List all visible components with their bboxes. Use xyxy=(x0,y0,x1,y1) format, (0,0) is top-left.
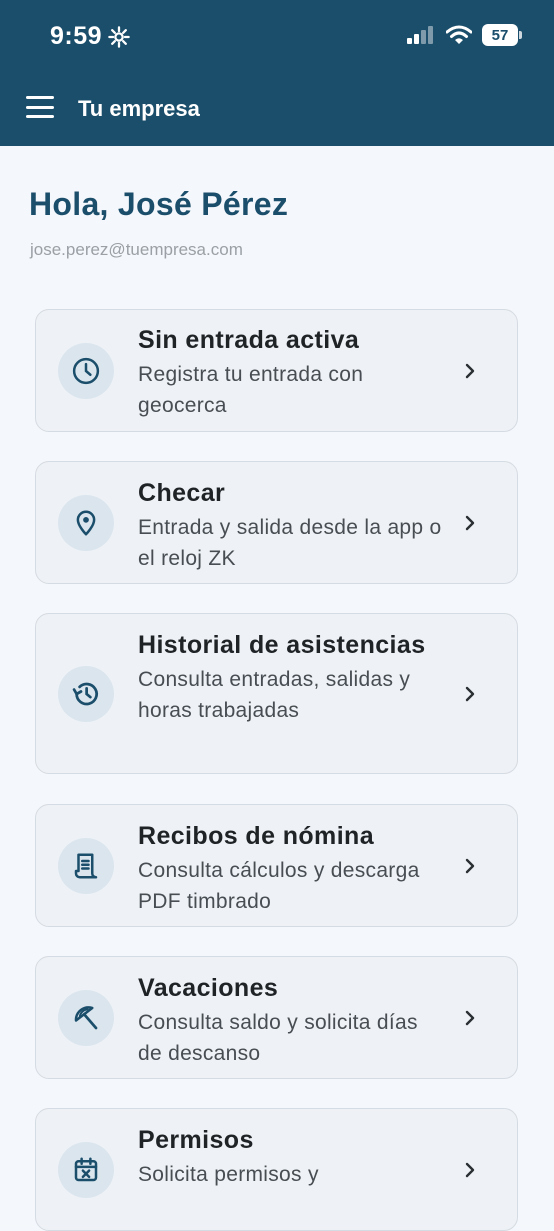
status-bar-time: 9:59 xyxy=(50,22,130,51)
status-time-text: 9:59 xyxy=(50,22,103,50)
icon-circle xyxy=(58,1142,114,1198)
card-subtitle: Registra tu entrada con geocerca xyxy=(138,363,364,417)
chevron-right-icon xyxy=(465,1010,475,1026)
receipt-icon xyxy=(74,853,98,879)
chevron-right-icon xyxy=(465,686,475,702)
icon-circle xyxy=(58,838,114,894)
greeting-heading: Hola, José Pérez xyxy=(29,186,289,222)
cellular-signal-icon xyxy=(407,26,433,44)
card-title: Checar xyxy=(138,479,226,507)
card-title: Vacaciones xyxy=(138,974,279,1002)
chevron-right-icon xyxy=(465,1162,475,1178)
icon-circle xyxy=(58,343,114,399)
card-title: Permisos xyxy=(138,1126,254,1154)
clock-icon xyxy=(72,357,100,385)
card-checar[interactable]: Checar Entrada y salida desde la app o e… xyxy=(35,461,518,584)
card-subtitle: Consulta saldo y solicita días de descan… xyxy=(138,1011,418,1065)
card-title: Sin entrada activa xyxy=(138,326,360,354)
chevron-right-icon xyxy=(465,858,475,874)
card-subtitle: Consulta cálculos y descarga PDF timbrad… xyxy=(138,859,420,913)
settings-gear-icon xyxy=(108,25,130,48)
chevron-right-icon xyxy=(465,515,475,531)
calendar-x-icon xyxy=(74,1157,98,1182)
history-icon xyxy=(72,682,98,706)
app-title: Tu empresa xyxy=(78,96,200,121)
card-title: Recibos de nómina xyxy=(138,822,375,850)
card-recibos-nomina[interactable]: Recibos de nómina Consulta cálculos y de… xyxy=(35,804,518,927)
card-historial-asistencias[interactable]: Historial de asistencias Consulta entrad… xyxy=(35,613,518,774)
beach-umbrella-icon xyxy=(74,1006,98,1030)
status-icons: 57 xyxy=(406,24,522,46)
chevron-right-icon xyxy=(465,363,475,379)
location-pin-icon xyxy=(76,510,96,536)
battery-level: 57 xyxy=(491,26,509,44)
card-subtitle: Entrada y salida desde la app o el reloj… xyxy=(138,516,442,570)
battery-indicator: 57 xyxy=(482,24,522,46)
icon-circle xyxy=(58,495,114,551)
icon-circle xyxy=(58,666,114,722)
icon-circle xyxy=(58,990,114,1046)
card-title: Historial de asistencias xyxy=(138,631,426,659)
user-email: jose.perez@tuempresa.com xyxy=(30,240,243,259)
card-permisos[interactable]: Permisos Solicita permisos y xyxy=(35,1108,518,1231)
card-vacaciones[interactable]: Vacaciones Consulta saldo y solicita día… xyxy=(35,956,518,1079)
card-subtitle: Solicita permisos y xyxy=(138,1163,319,1186)
card-sin-entrada-activa[interactable]: Sin entrada activa Registra tu entrada c… xyxy=(35,309,518,432)
app-bar: 9:59 57 Tu empresa xyxy=(0,0,554,146)
menu-hamburger-icon[interactable] xyxy=(26,96,54,118)
wifi-icon xyxy=(446,25,472,44)
card-subtitle: Consulta entradas, salidas y horas traba… xyxy=(138,668,411,722)
